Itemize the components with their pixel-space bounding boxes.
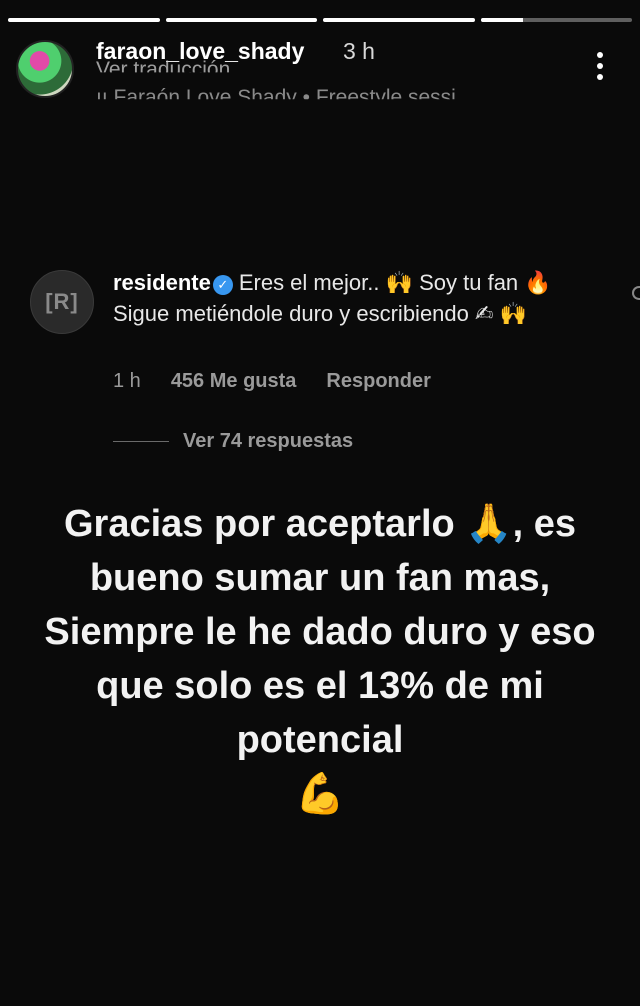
comment-time: 1 h: [113, 370, 141, 392]
caption-line-3: Siempre le he dado duro y eso: [44, 611, 596, 653]
caption-text: Gracias por aceptarlo: [63, 503, 455, 545]
comment-text-3: Sigue metiéndole duro y escribiendo: [113, 301, 469, 326]
comment-text-1: Eres el mejor..: [238, 270, 380, 295]
progress-fill: [165, 18, 317, 22]
caption-line-1: Gracias por aceptarlo 🙏, es: [0, 496, 640, 551]
profile-avatar[interactable]: [16, 40, 74, 98]
story-progress-bars: [8, 18, 632, 22]
progress-fill: [480, 18, 523, 22]
progress-fill: [323, 18, 475, 22]
caption-line-5: potencial: [236, 719, 404, 761]
dot: [597, 74, 603, 80]
raised-hands-emoji-icon: 🙌: [499, 302, 527, 327]
folded-hands-emoji-icon: 🙏: [465, 501, 513, 545]
comment-body: residente ✓ Eres el mejor.. 🙌 Soy tu fan 🔥…: [113, 268, 593, 330]
comment-meta: 1 h 456 Me gusta Responder: [113, 370, 431, 393]
comment-text-2: Soy tu fan: [419, 270, 519, 295]
story-caption: Gracias por aceptarlo 🙏, es bueno sumar …: [0, 496, 640, 821]
comment-avatar: [R]: [30, 270, 94, 334]
view-replies-button[interactable]: Ver 74 respuestas: [183, 430, 353, 453]
comment-username: residente: [113, 270, 211, 295]
replies-divider: [113, 441, 169, 442]
story-time: 3 h: [343, 38, 375, 64]
more-options-icon[interactable]: [596, 52, 604, 80]
comment-likes[interactable]: 456 Me gusta: [171, 370, 297, 393]
progress-fill: [8, 18, 160, 22]
progress-segment: [323, 18, 475, 22]
dot: [597, 63, 603, 69]
flexed-biceps-emoji-icon: 💪: [295, 771, 345, 817]
caption-line-4: que solo es el 13% de mi: [96, 665, 544, 707]
progress-segment: [480, 18, 632, 22]
story-screen: faraon_love_shady 3 h Ver traducción ıı …: [0, 0, 640, 1006]
heart-icon[interactable]: [632, 286, 640, 300]
raised-hands-emoji-icon: 🙌: [385, 271, 413, 296]
dot: [597, 52, 603, 58]
writing-hand-emoji-icon: ✍: [475, 302, 494, 327]
faded-music-text: ıı Faraón Love Shady • Freestyle sessi: [96, 86, 456, 109]
reply-button[interactable]: Responder: [326, 370, 430, 393]
fire-emoji-icon: 🔥: [524, 271, 552, 296]
caption-line-2: bueno sumar un fan mas,: [89, 557, 551, 599]
verified-badge-icon: ✓: [212, 275, 233, 295]
caption-text: , es: [512, 503, 576, 545]
progress-segment: [8, 18, 160, 22]
progress-segment: [165, 18, 317, 22]
